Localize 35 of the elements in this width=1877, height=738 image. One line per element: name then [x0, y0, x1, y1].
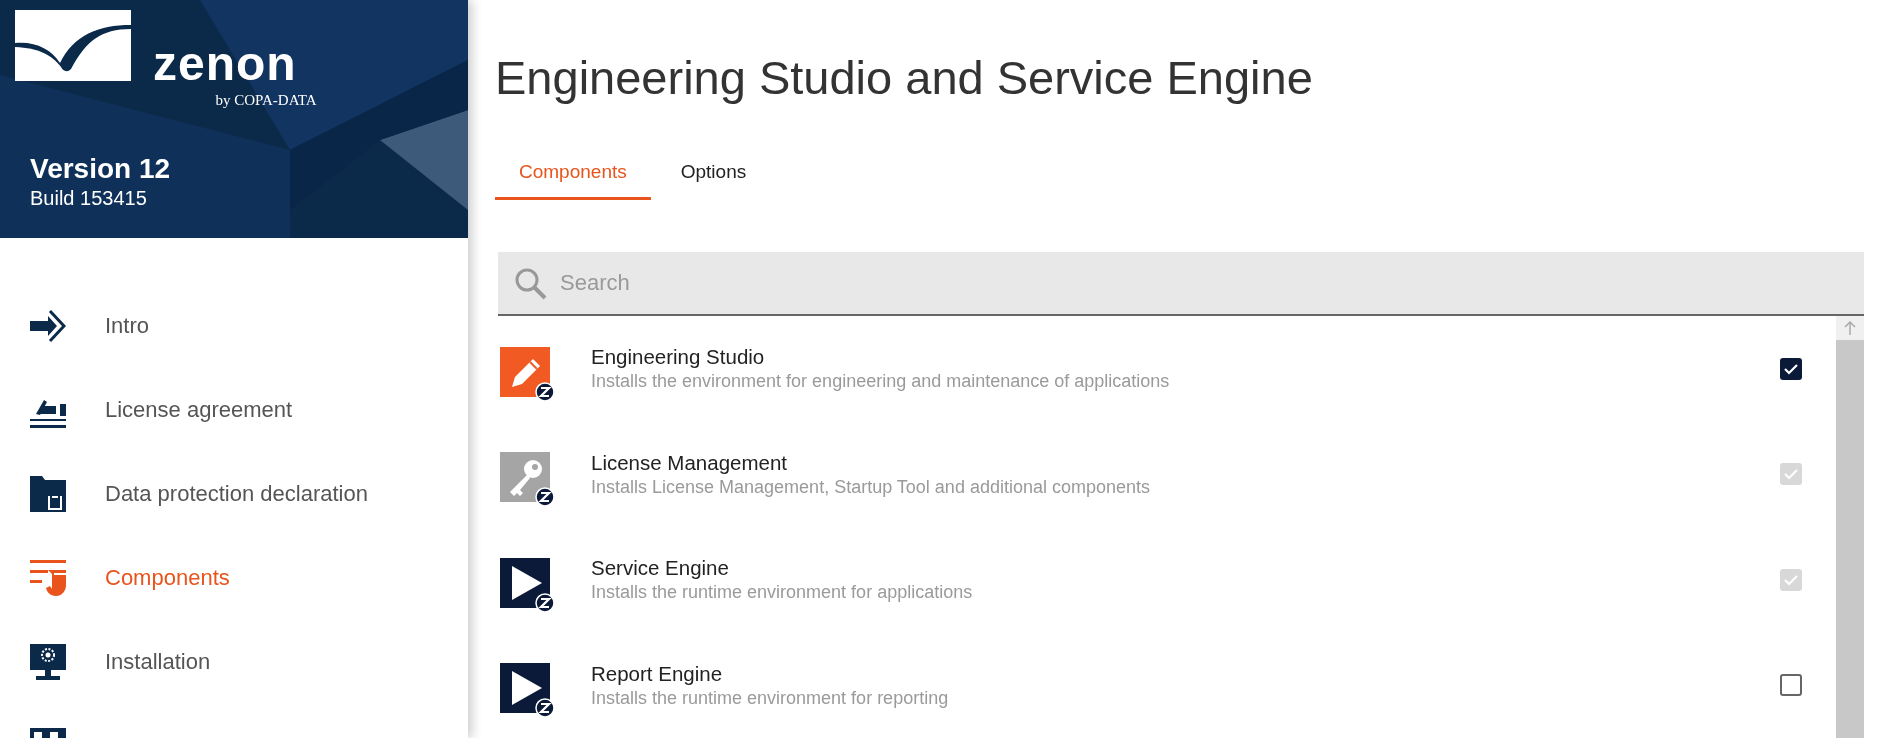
- build-label: Build 153415: [30, 187, 148, 210]
- nav-item[interactable]: Data protection declaration: [105, 481, 368, 507]
- nav-item[interactable]: Intro: [105, 313, 150, 339]
- logo-icon: [15, 10, 131, 81]
- brand-name: zenon: [153, 44, 297, 84]
- key-icon: [500, 452, 556, 509]
- page-title: Engineering Studio and Service Engine: [495, 50, 1314, 105]
- scrollbar[interactable]: [1836, 316, 1864, 738]
- checkbox[interactable]: [1780, 357, 1802, 380]
- search-icon: [514, 267, 548, 301]
- pencil-icon: [500, 346, 556, 403]
- checkbox[interactable]: [1780, 674, 1802, 697]
- play-icon: [500, 557, 556, 614]
- component-description: Installs License Management, Startup Tool and additional components: [591, 476, 1152, 498]
- nav-item[interactable]: Components: [105, 565, 230, 591]
- component-name: Engineering Studio: [591, 345, 766, 370]
- component-description: Installs the environment for engineering and maintenance of applications: [591, 371, 1171, 393]
- component-name: License Management: [591, 450, 788, 475]
- component-description: Installs the runtime environment for reporting: [591, 687, 950, 709]
- component-description: Installs the runtime environment for applications: [591, 582, 974, 604]
- component-name: Report Engine: [591, 661, 724, 686]
- brand-tagline: by COPA-DATA: [215, 92, 317, 109]
- play-icon: [500, 663, 556, 720]
- monitor-gear-icon: [30, 644, 66, 680]
- tab[interactable]: Components: [495, 149, 651, 200]
- tab[interactable]: Options: [656, 149, 771, 200]
- arrow-icon: [30, 308, 66, 344]
- version-label: Version 12: [30, 153, 172, 185]
- scroll-up-icon[interactable]: [1844, 321, 1856, 335]
- component-name: Service Engine: [591, 556, 730, 581]
- nav-item[interactable]: License agreement: [105, 397, 293, 423]
- folder-lock-icon: [30, 476, 66, 512]
- search-field[interactable]: Search: [498, 252, 1864, 316]
- list-pointer-icon: [30, 560, 66, 596]
- nav-item[interactable]: Installation: [105, 649, 211, 675]
